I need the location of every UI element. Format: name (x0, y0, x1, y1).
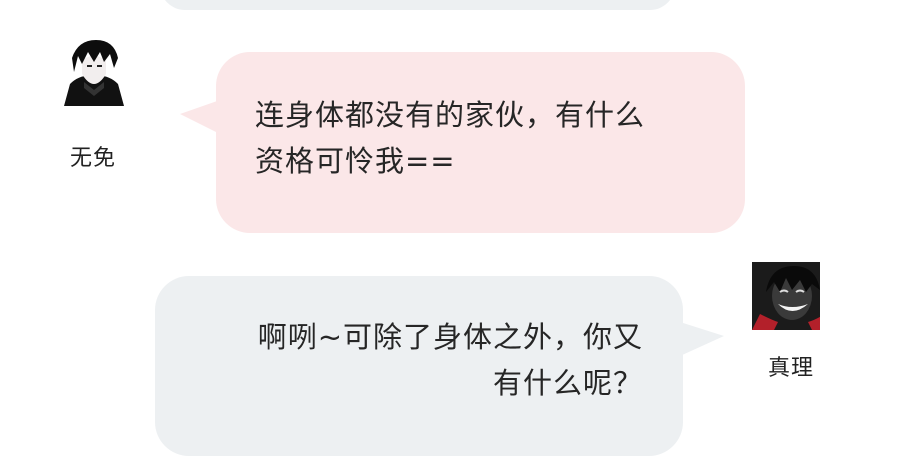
dark-haired-character-avatar-icon (60, 38, 128, 106)
sender-name-wumian: 无免 (70, 146, 117, 171)
message-line: 连身体都没有的家伙，有什么 (255, 98, 646, 132)
smiling-character-avatar-icon (752, 262, 820, 330)
message-line: 啊咧~可除了身体之外，你又 (257, 320, 643, 354)
avatar-wumian[interactable] (60, 38, 128, 106)
outgoing-message-bubble[interactable]: 啊咧~可除了身体之外，你又 有什么呢？ (155, 276, 683, 456)
sender-name-zhenli: 真理 (768, 356, 815, 381)
avatar-zhenli[interactable] (752, 262, 820, 330)
incoming-bubble-tail (180, 100, 220, 134)
message-line: 有什么呢？ (492, 366, 643, 400)
message-line: 资格可怜我== (255, 144, 456, 178)
incoming-message-bubble[interactable]: 连身体都没有的家伙，有什么 资格可怜我== (216, 52, 745, 233)
previous-message-bubble (160, 0, 675, 10)
outgoing-bubble-tail (680, 322, 724, 356)
